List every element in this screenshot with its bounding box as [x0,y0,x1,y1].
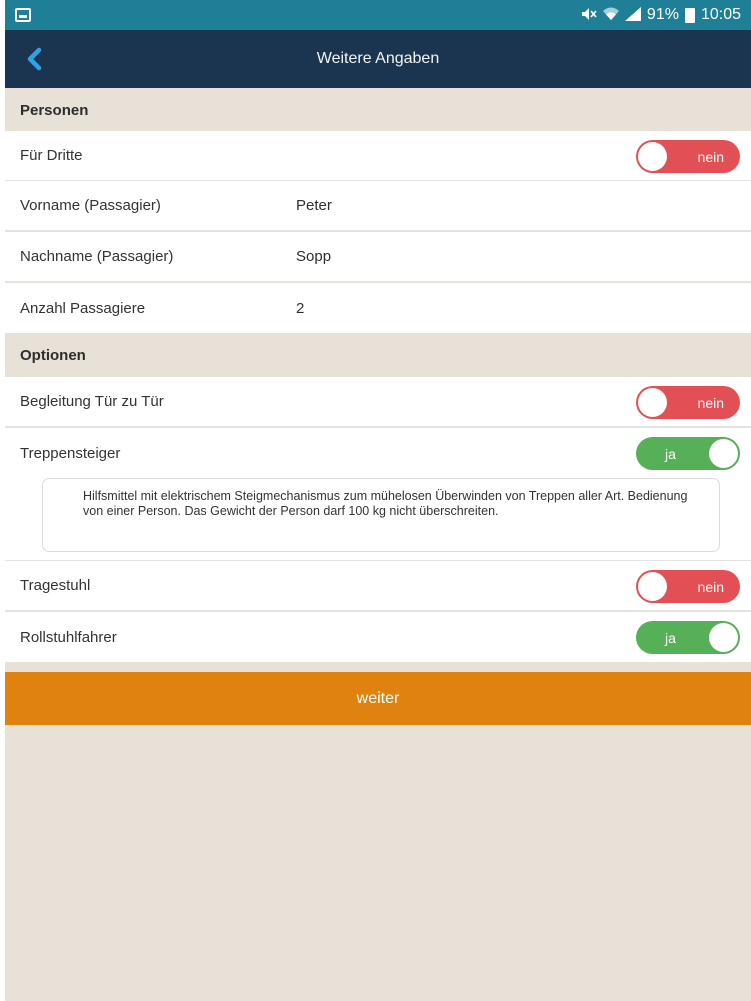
status-right: 91% 10:05 [581,6,741,24]
row-label: Begleitung Tür zu Tür [20,393,164,410]
app-frame: 91% 10:05 Weitere Angaben Personen Für D… [5,0,751,1001]
app-bar: Weitere Angaben [5,30,751,88]
status-bar: 91% 10:05 [5,0,751,30]
row-vorname[interactable]: Vorname (Passagier) Peter [5,181,751,231]
vorname-value[interactable]: Peter [296,197,332,214]
status-time: 10:05 [700,6,741,23]
toggle-knob [638,388,667,417]
row-label: Treppensteiger [20,444,121,462]
row-anzahl-passagiere[interactable]: Anzahl Passagiere 2 [5,283,751,333]
anzahl-value[interactable]: 2 [296,300,304,317]
toggle-fuer-dritte[interactable]: nein [636,140,740,173]
treppensteiger-info-text: Hilfsmittel mit elektrischem Steigmechan… [42,478,720,552]
row-fuer-dritte: Für Dritte nein [5,131,751,181]
toggle-treppensteiger[interactable]: ja [636,437,740,470]
signal-icon [624,6,641,24]
toggle-knob [638,142,667,171]
row-treppensteiger: Treppensteiger ja [5,428,751,478]
row-label: Anzahl Passagiere [20,299,146,317]
toggle-label: ja [665,445,676,462]
notification-icon [15,8,31,22]
treppensteiger-info-container: Hilfsmittel mit elektrischem Steigmechan… [5,478,751,561]
status-left [15,8,31,22]
toggle-label: nein [697,148,724,165]
chevron-left-icon [27,47,42,71]
toggle-knob [709,439,738,468]
row-label: Rollstuhlfahrer [20,628,117,646]
row-label: Nachname (Passagier) [20,248,174,265]
row-tragestuhl: Tragestuhl nein [5,561,751,611]
battery-percent: 91% [646,6,679,23]
toggle-begleitung[interactable]: nein [636,386,740,419]
toggle-knob [709,623,738,652]
toggle-rollstuhlfahrer[interactable]: ja [636,621,740,654]
section-header-optionen: Optionen [5,333,751,377]
toggle-label: ja [665,629,676,646]
row-rollstuhlfahrer: Rollstuhlfahrer ja [5,612,751,662]
toggle-knob [638,572,667,601]
row-label: Tragestuhl [20,577,91,594]
back-button[interactable] [19,44,49,74]
battery-icon [684,7,695,23]
toggle-label: nein [697,394,724,411]
row-label: Für Dritte [20,147,83,164]
section-header-personen: Personen [5,88,751,132]
mute-icon [581,7,597,24]
toggle-label: nein [697,578,724,595]
toggle-tragestuhl[interactable]: nein [636,570,740,603]
row-label: Vorname (Passagier) [20,197,161,214]
weiter-button[interactable]: weiter [5,672,751,725]
row-begleitung: Begleitung Tür zu Tür nein [5,377,751,427]
page-title: Weitere Angaben [316,50,440,67]
row-nachname[interactable]: Nachname (Passagier) Sopp [5,232,751,282]
nachname-value[interactable]: Sopp [296,248,331,265]
wifi-icon [602,7,619,24]
